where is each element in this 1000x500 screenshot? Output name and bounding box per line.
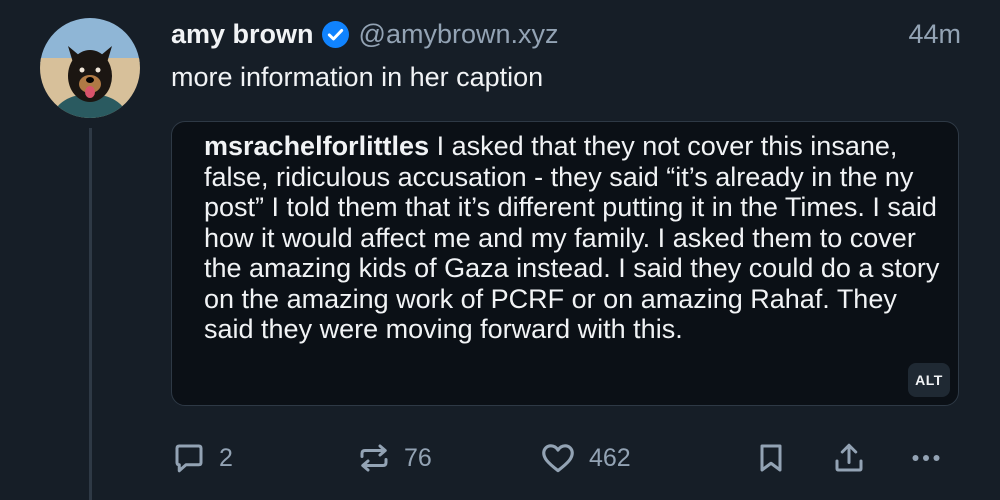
post-text: more information in her caption [171, 62, 544, 92]
reply-button[interactable]: 2 [171, 437, 233, 479]
post-timestamp[interactable]: 44m [908, 19, 961, 50]
caption-text-block: msrachelforlittles I asked that they not… [204, 131, 944, 345]
repost-count: 76 [404, 443, 432, 472]
avatar[interactable] [40, 18, 140, 118]
thread-line [89, 128, 92, 500]
share-icon [835, 443, 863, 472]
post-header: amy brown @amybrown.xyz 44m [171, 14, 961, 54]
more-button[interactable] [908, 437, 944, 479]
reply-icon [175, 444, 203, 473]
share-button[interactable] [831, 437, 867, 479]
author-handle[interactable]: @amybrown.xyz [359, 19, 559, 50]
caption-username: msrachelforlittles [204, 131, 430, 161]
caption-body: I asked that they not cover this insane,… [204, 131, 940, 344]
bookmark-button[interactable] [753, 437, 789, 479]
repost-icon [360, 444, 388, 472]
verified-badge-icon [321, 20, 349, 48]
author-display-name[interactable]: amy brown [171, 19, 314, 50]
bookmark-icon [760, 444, 782, 472]
reply-count: 2 [219, 443, 233, 472]
like-button[interactable]: 462 [539, 437, 631, 479]
heart-icon [542, 444, 574, 473]
alt-text-badge[interactable]: ALT [908, 363, 950, 397]
repost-button[interactable]: 76 [356, 437, 432, 479]
embedded-image[interactable]: msrachelforlittles I asked that they not… [171, 121, 959, 406]
action-bar: 2 76 462 [171, 437, 961, 479]
like-count: 462 [589, 443, 631, 472]
more-icon [912, 455, 940, 461]
